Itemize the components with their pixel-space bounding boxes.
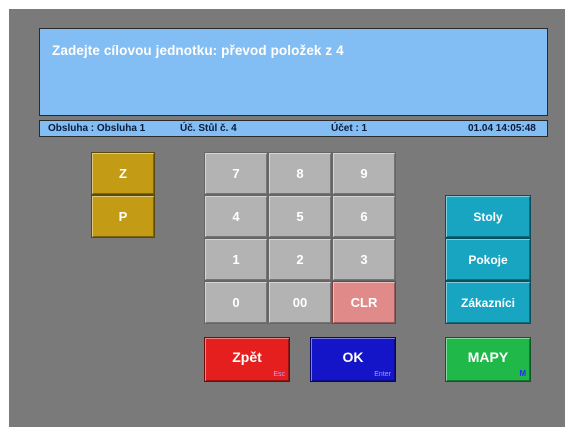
key-3-label: 3 xyxy=(360,252,368,267)
key-2-label: 2 xyxy=(296,252,304,267)
p-button-label: P xyxy=(118,209,128,224)
key-1-label: 1 xyxy=(232,252,240,267)
maps-button-label: MAPY xyxy=(467,348,509,365)
key-7-label: 7 xyxy=(232,166,240,181)
clear-button[interactable]: CLR xyxy=(332,281,396,324)
key-9-label: 9 xyxy=(360,166,368,181)
key-4-label: 4 xyxy=(232,209,240,224)
tables-button-label: Stoly xyxy=(473,209,503,224)
rooms-button-label: Pokoje xyxy=(468,252,508,267)
key-8-label: 8 xyxy=(296,166,304,181)
maps-button[interactable]: MAPY M xyxy=(445,337,531,382)
rooms-button[interactable]: Pokoje xyxy=(445,238,531,281)
key-5-label: 5 xyxy=(296,209,304,224)
key-2[interactable]: 2 xyxy=(268,238,332,281)
key-1[interactable]: 1 xyxy=(204,238,268,281)
key-6-label: 6 xyxy=(360,209,368,224)
key-5[interactable]: 5 xyxy=(268,195,332,238)
key-0[interactable]: 0 xyxy=(204,281,268,324)
key-3[interactable]: 3 xyxy=(332,238,396,281)
key-6[interactable]: 6 xyxy=(332,195,396,238)
z-button-label: Z xyxy=(119,166,127,181)
key-7[interactable]: 7 xyxy=(204,152,268,195)
key-4[interactable]: 4 xyxy=(204,195,268,238)
back-button[interactable]: Zpět Esc xyxy=(204,337,290,382)
status-waiter: Obsluha : Obsluha 1 xyxy=(48,123,146,134)
clear-button-label: CLR xyxy=(350,295,378,310)
customers-button[interactable]: Zákazníci xyxy=(445,281,531,324)
back-button-label: Zpět xyxy=(232,348,262,365)
z-button[interactable]: Z xyxy=(91,152,155,195)
key-0-label: 0 xyxy=(232,295,240,310)
ok-button-label: OK xyxy=(342,348,364,365)
key-9[interactable]: 9 xyxy=(332,152,396,195)
prompt-text: Zadejte cílovou jednotku: převod položek… xyxy=(52,43,344,58)
status-account: Účet : 1 xyxy=(331,123,368,134)
key-00-label: 00 xyxy=(292,295,308,310)
status-datetime: 01.04 14:05:48 xyxy=(468,123,536,134)
p-button[interactable]: P xyxy=(91,195,155,238)
prompt-panel: Zadejte cílovou jednotku: převod položek… xyxy=(39,28,548,116)
ok-button[interactable]: OK Enter xyxy=(310,337,396,382)
maps-shortcut-hint: M xyxy=(519,369,526,378)
ok-shortcut-hint: Enter xyxy=(374,371,391,378)
back-shortcut-hint: Esc xyxy=(273,371,285,378)
status-bar: Obsluha : Obsluha 1 Úč. Stůl č. 4 Účet :… xyxy=(39,120,548,137)
key-8[interactable]: 8 xyxy=(268,152,332,195)
customers-button-label: Zákazníci xyxy=(460,295,516,310)
key-00[interactable]: 00 xyxy=(268,281,332,324)
tables-button[interactable]: Stoly xyxy=(445,195,531,238)
status-table: Úč. Stůl č. 4 xyxy=(180,123,237,134)
